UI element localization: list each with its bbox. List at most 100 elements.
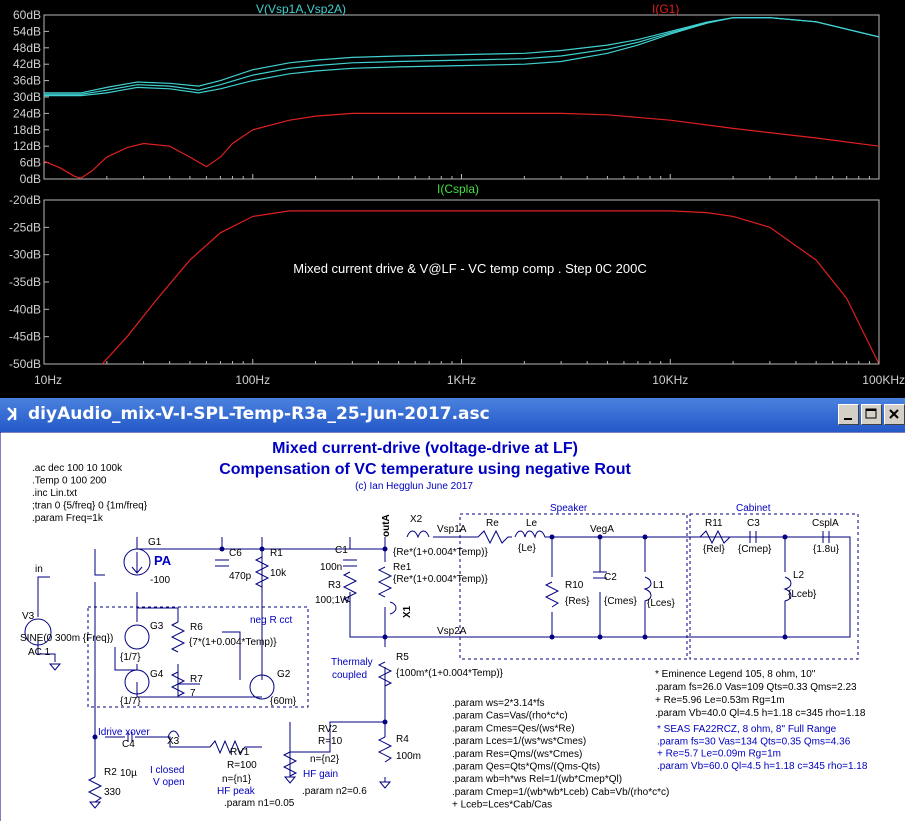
vsp1a-net-label[interactable]: Vsp1A bbox=[437, 524, 467, 535]
minimize-button[interactable] bbox=[838, 404, 859, 425]
directive-line[interactable]: .param Freq=1k bbox=[32, 513, 104, 524]
re-label[interactable]: Re bbox=[486, 518, 499, 529]
rv2-label[interactable]: RV2 bbox=[318, 724, 338, 735]
l2-label[interactable]: L2 bbox=[793, 570, 805, 581]
series-line-0[interactable] bbox=[44, 17, 880, 97]
c1-symbol[interactable] bbox=[343, 559, 357, 567]
r5-label[interactable]: R5 bbox=[396, 652, 409, 663]
c4-value[interactable]: 10µ bbox=[120, 768, 137, 779]
r4-label[interactable]: R4 bbox=[396, 734, 409, 745]
bottom-plot-pane[interactable]: I(Cspla) Mixed current drive & V@LF - VC… bbox=[9, 182, 880, 371]
r6-label[interactable]: R6 bbox=[190, 622, 203, 633]
c4-label[interactable]: C4 bbox=[122, 739, 135, 750]
in-net-label[interactable]: in bbox=[35, 564, 43, 575]
le-label[interactable]: Le bbox=[526, 518, 538, 529]
v3-label[interactable]: V3 bbox=[22, 611, 35, 622]
ltspice-app-icon[interactable] bbox=[4, 404, 24, 424]
r4-value[interactable]: 100m bbox=[396, 751, 421, 762]
l2-value[interactable]: {Lceb} bbox=[788, 589, 817, 600]
directive-line[interactable]: .param fs=26.0 Vas=109 Qts=0.33 Qms=2.23 bbox=[655, 682, 857, 693]
hfpeak-label[interactable]: HF peak bbox=[217, 786, 256, 797]
r10-label[interactable]: R10 bbox=[565, 580, 584, 591]
g3-symbol[interactable] bbox=[124, 624, 150, 650]
x2-value[interactable]: {Re*(1+0.004*Temp)} bbox=[393, 547, 488, 558]
v3-sine[interactable]: SINE(0 300m {Freq}) bbox=[20, 633, 113, 644]
x1-label[interactable]: X1 bbox=[402, 605, 413, 618]
plot-area[interactable]: V(Vsp1A,Vsp2A) I(G1) 60dB 54dB 48dB 42dB 36d… bbox=[0, 0, 905, 398]
outa-net-label[interactable]: outA bbox=[381, 514, 392, 537]
rv2-n[interactable]: n={n2} bbox=[310, 754, 340, 765]
r2-symbol[interactable] bbox=[87, 776, 103, 803]
r6-symbol[interactable] bbox=[170, 621, 186, 653]
c6-label[interactable]: C6 bbox=[229, 548, 242, 559]
directive-line[interactable]: .param Vb=40.0 Ql=4.5 h=1.18 c=345 rho=1… bbox=[655, 708, 866, 719]
directive-line[interactable]: .inc Lin.txt bbox=[32, 488, 77, 499]
directive-line[interactable]: + Re=5.7 Le=0.09m Rg=1m bbox=[657, 749, 781, 760]
param-directives[interactable]: .param ws=2*3.14*fs .param Cas=Vas/(rho*c… bbox=[452, 698, 669, 811]
spice-directives[interactable]: .ac dec 100 10 100k .Temp 0 100 200.inc L… bbox=[32, 463, 148, 524]
r4-symbol[interactable] bbox=[377, 736, 393, 763]
rv1-label[interactable]: RV1 bbox=[230, 747, 250, 758]
r11-label[interactable]: R11 bbox=[705, 518, 723, 529]
g2-value[interactable]: {60m} bbox=[270, 696, 297, 707]
r7-value[interactable]: 7 bbox=[190, 688, 196, 699]
r2-label[interactable]: R2 bbox=[104, 767, 117, 778]
directive-line[interactable]: .param Res=Qms/(ws*Cmes) bbox=[452, 749, 582, 760]
x1-symbol[interactable] bbox=[389, 601, 397, 615]
vsp2a-net-label[interactable]: Vsp2A bbox=[437, 626, 467, 637]
c6-symbol[interactable] bbox=[215, 559, 229, 567]
c3-label[interactable]: C3 bbox=[747, 518, 760, 529]
vopen-label[interactable]: V open bbox=[153, 777, 185, 788]
directive-line[interactable]: .param Cmep=1/(wb*wb*Lceb) Cab=Vb/(rho*c… bbox=[452, 787, 669, 798]
series-line-0[interactable] bbox=[101, 210, 880, 365]
le-value[interactable]: {Le} bbox=[518, 543, 536, 554]
directive-line[interactable]: ;tran 0 {5/freq} 0 {1m/freq} bbox=[32, 501, 148, 512]
directive-line[interactable]: .param ws=2*3.14*fs bbox=[452, 698, 545, 709]
r7-label[interactable]: R7 bbox=[190, 674, 203, 685]
x2-label[interactable]: X2 bbox=[410, 514, 423, 525]
r6-value[interactable]: {7*(1+0.004*Temp)} bbox=[189, 637, 277, 648]
directive-line[interactable]: .param fs=30 Vas=134 Qts=0.35 Qms=4.36 bbox=[657, 736, 851, 747]
cspla-label[interactable]: CsplA bbox=[812, 518, 839, 529]
r1-label[interactable]: R1 bbox=[270, 548, 283, 559]
trace-label-voltage[interactable]: V(Vsp1A,Vsp2A) bbox=[256, 2, 346, 16]
r3-value[interactable]: 100;1W bbox=[315, 595, 350, 606]
r11-value[interactable]: {Rel} bbox=[703, 544, 725, 555]
schematic-title-bar[interactable]: diyAudio_mix-V-I-SPL-Temp-R3a_25-Jun-201… bbox=[0, 398, 905, 432]
r2-value[interactable]: 330 bbox=[104, 787, 121, 798]
directive-line[interactable]: + Re=5.96 Le=0.53m Rg=1m bbox=[655, 695, 785, 706]
directive-line[interactable]: .Temp 0 100 200 bbox=[32, 476, 107, 487]
x2-symbol[interactable] bbox=[406, 530, 430, 539]
g4-value[interactable]: {1/7} bbox=[120, 696, 141, 707]
directive-line[interactable]: .param Vb=60.0 Ql=4.5 h=1.18 c=345 rho=1… bbox=[657, 761, 868, 772]
neg-r-label[interactable]: neg R cct bbox=[250, 615, 292, 626]
pa-label[interactable]: PA bbox=[154, 553, 172, 568]
c3-value[interactable]: {Cmep} bbox=[738, 544, 772, 555]
driver-notes-eminence[interactable]: * Eminence Legend 105, 8 ohm, 10" .param … bbox=[655, 669, 866, 719]
l1-value[interactable]: {Lces} bbox=[647, 598, 675, 609]
coupled-label[interactable]: coupled bbox=[332, 670, 367, 681]
cspla-value[interactable]: {1.8u} bbox=[813, 544, 840, 555]
directive-line[interactable]: * Eminence Legend 105, 8 ohm, 10" bbox=[655, 669, 816, 680]
hfgain-label[interactable]: HF gain bbox=[303, 769, 338, 780]
c1-value[interactable]: 100n bbox=[320, 562, 342, 573]
param-n1[interactable]: .param n1=0.05 bbox=[224, 798, 295, 809]
driver-notes-seas[interactable]: * SEAS FA22RCZ, 8 ohm, 8" Full Range.par… bbox=[657, 724, 868, 772]
trace-label-cspla[interactable]: I(Cspla) bbox=[437, 182, 479, 196]
l1-label[interactable]: L1 bbox=[653, 580, 665, 591]
directive-line[interactable]: .param wb=h*ws Rel=1/(wb*Cmep*Ql) bbox=[452, 774, 622, 785]
waveform-viewer[interactable]: V(Vsp1A,Vsp2A) I(G1) 60dB 54dB 48dB 42dB 36d… bbox=[0, 0, 905, 398]
iclosed-label[interactable]: I closed bbox=[150, 765, 184, 776]
trace-label-current-g1[interactable]: I(G1) bbox=[652, 2, 679, 16]
vega-net-label[interactable]: VegA bbox=[590, 524, 614, 535]
x3-label[interactable]: X3 bbox=[167, 736, 180, 747]
c2-value[interactable]: {Cmes} bbox=[604, 596, 637, 607]
maximize-button[interactable] bbox=[861, 404, 882, 425]
c6-value[interactable]: 470p bbox=[229, 571, 252, 582]
g2-label[interactable]: G2 bbox=[277, 669, 291, 680]
g1-label[interactable]: G1 bbox=[148, 537, 162, 548]
series-line-3[interactable] bbox=[43, 112, 880, 179]
series-line-2[interactable] bbox=[44, 17, 880, 94]
re1-label[interactable]: Re1 bbox=[393, 562, 412, 573]
rv1-r[interactable]: R=100 bbox=[227, 760, 257, 771]
